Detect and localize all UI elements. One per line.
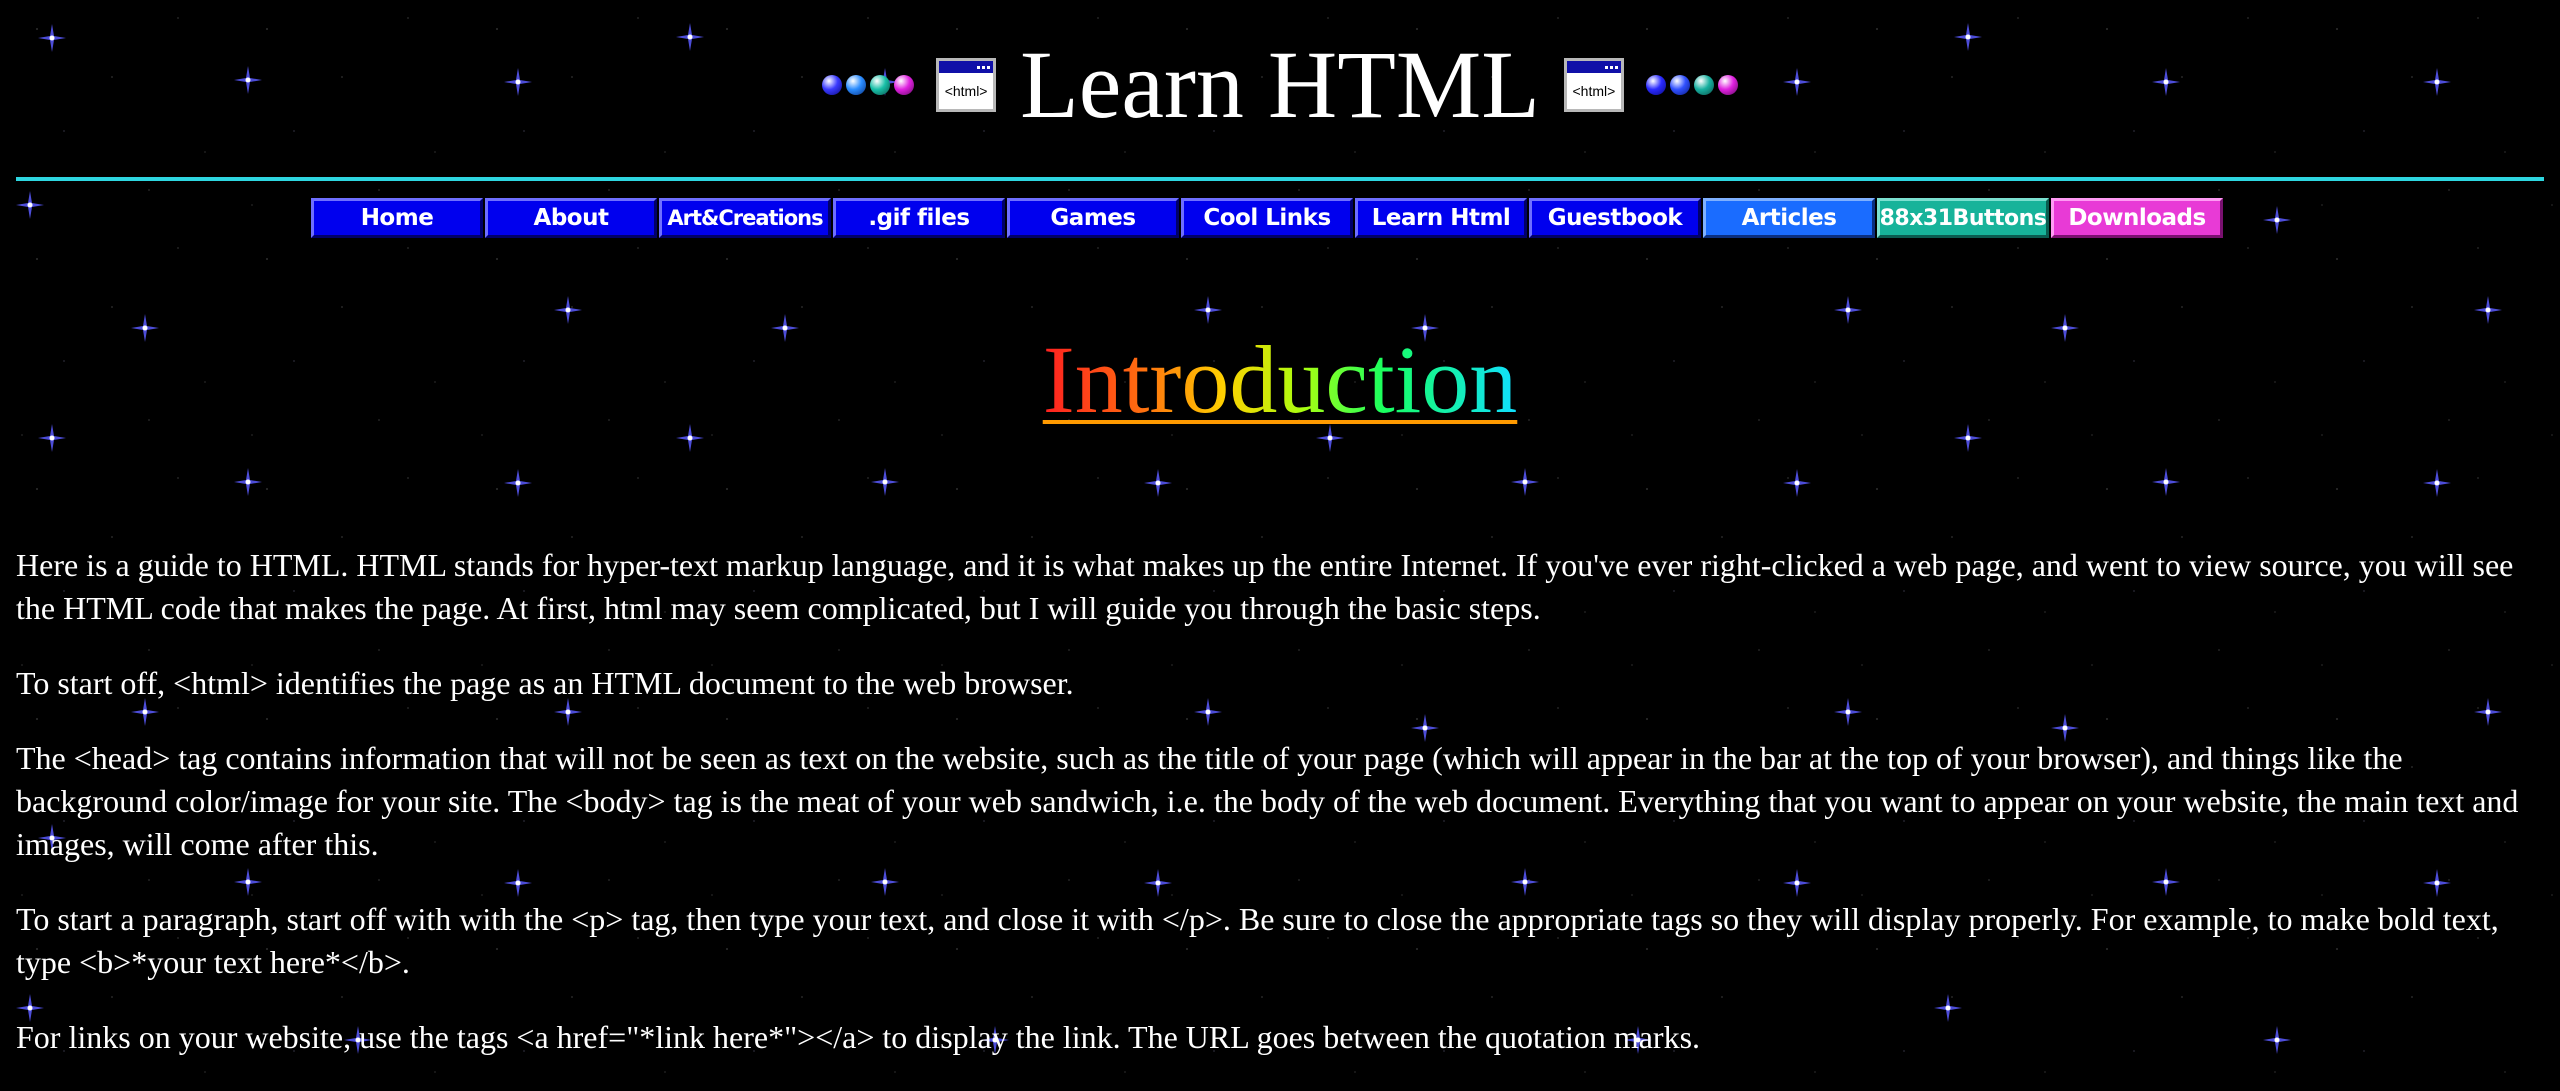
header-divider (16, 177, 2544, 181)
nav-learn-html-button[interactable]: Learn Html (1355, 198, 1527, 238)
nav-articles-button[interactable]: Articles (1703, 198, 1875, 238)
orb-icon (870, 75, 891, 95)
nav-home-button[interactable]: Home (311, 198, 483, 238)
nav-guestbook-button[interactable]: Guestbook (1529, 198, 1701, 238)
orb-icon (822, 75, 843, 95)
window-titlebar (1566, 61, 1621, 73)
html-icon-label: <html> (1566, 73, 1621, 109)
orb-icon (846, 75, 867, 95)
nav-gif-files-button[interactable]: .gif files (833, 198, 1005, 238)
site-header: <html> Learn HTML <html> (0, 30, 2560, 140)
orb-icon (894, 75, 915, 95)
html-window-icon: <html> (936, 58, 997, 112)
page-content: <html> Learn HTML <html> Home About Art&… (0, 0, 2560, 1062)
orb-icon (1693, 75, 1714, 95)
paragraph-p-tag: To start a paragraph, start off with wit… (16, 901, 2499, 980)
article-body: Here is a guide to HTML. HTML stands for… (16, 544, 2546, 1091)
orb-icon (1669, 75, 1690, 95)
decorative-orbs-right (1645, 75, 1738, 95)
nav-88x31-buttons-button[interactable]: 88x31Buttons (1877, 198, 2049, 238)
nav-cool-links-button[interactable]: Cool Links (1181, 198, 1353, 238)
html-icon-label: <html> (939, 73, 994, 109)
orb-icon (1645, 75, 1666, 95)
introduction-heading: Introduction (1042, 326, 1518, 433)
paragraph-links: For links on your website, use the tags … (16, 1019, 1701, 1055)
window-titlebar (939, 61, 994, 73)
html-window-icon: <html> (1563, 58, 1624, 112)
paragraph-head-body: The <head> tag contains information that… (16, 740, 2519, 862)
nav-games-button[interactable]: Games (1007, 198, 1179, 238)
nav-about-button[interactable]: About (485, 198, 657, 238)
site-title: Learn HTML (1020, 31, 1540, 138)
main-navigation: Home About Art&Creations .gif files Game… (311, 198, 2223, 238)
paragraph-intro: Here is a guide to HTML. HTML stands for… (16, 547, 2514, 626)
section-heading-wrap: Introduction (0, 326, 2560, 433)
orb-icon (1717, 75, 1738, 95)
decorative-orbs-left (822, 75, 915, 95)
paragraph-html-tag: To start off, <html> identifies the page… (16, 665, 1074, 701)
nav-downloads-button[interactable]: Downloads (2051, 198, 2223, 238)
nav-art-creations-button[interactable]: Art&Creations (659, 198, 831, 238)
